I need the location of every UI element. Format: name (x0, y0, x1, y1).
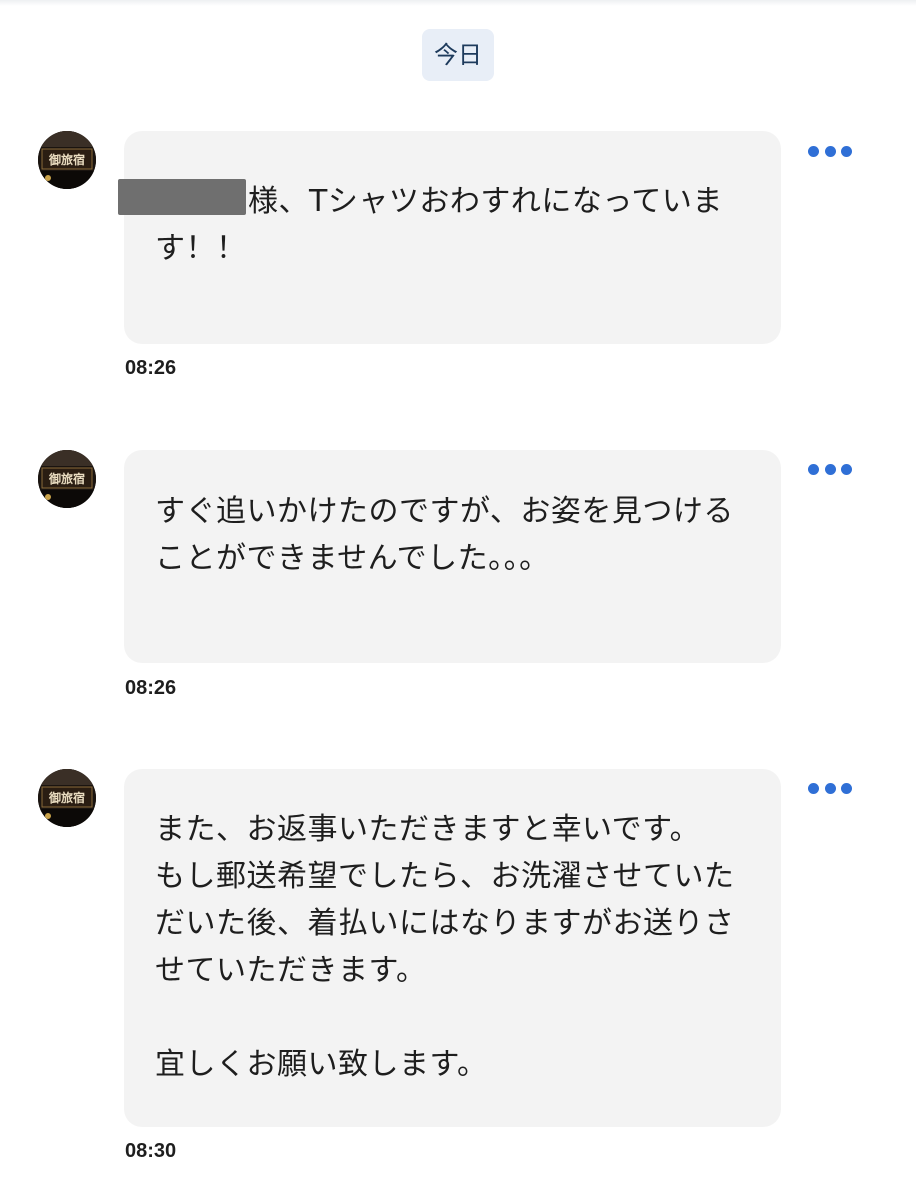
date-separator: 今日 (422, 29, 494, 81)
sender-avatar[interactable]: 御旅宿 (38, 450, 96, 508)
sender-avatar[interactable]: 御旅宿 (38, 131, 96, 189)
more-options-button[interactable] (808, 144, 852, 158)
message-line: すぐ追いかけたのですが、お姿を見つける (155, 494, 734, 529)
message-line: 宜しくお願い致します。 (155, 1047, 488, 1082)
message-bubble[interactable]: すぐ追いかけたのですが、お姿を見つける ことができませんでした。。。 (124, 450, 781, 663)
message-line: もし郵送希望でしたら、お洗濯させていた (155, 859, 735, 894)
avatar-image: 御旅宿 (38, 769, 96, 827)
avatar-image: 御旅宿 (38, 450, 96, 508)
avatar-sign-text: 御旅宿 (48, 790, 85, 805)
message-timestamp: 08:26 (125, 677, 177, 699)
message-timestamp: 08:26 (125, 357, 177, 379)
more-horizontal-icon (808, 463, 819, 475)
top-edge (0, 0, 916, 6)
redacted-name-block (118, 179, 246, 215)
message-line: また、お返事いただきますと幸いです。 (155, 812, 701, 847)
message-line: す！！ (155, 231, 247, 266)
message-line: 様、Tシャツおわすれになっていま (118, 178, 751, 225)
avatar-sign-text: 御旅宿 (48, 152, 85, 167)
message-line: ことができませんでした。。。 (155, 541, 550, 576)
more-options-button[interactable] (808, 462, 852, 476)
avatar-sign-text: 御旅宿 (48, 471, 85, 486)
message-bubble[interactable]: また、お返事いただきますと幸いです。 もし郵送希望でしたら、お洗濯させていた だ… (124, 769, 781, 1127)
more-horizontal-icon (808, 145, 819, 157)
avatar-image: 御旅宿 (38, 131, 96, 189)
message-bubble[interactable]: 様、Tシャツおわすれになっていま す！！ (118, 131, 781, 344)
message-line: せていただきます。 (155, 953, 427, 988)
message-timestamp: 08:30 (125, 1140, 177, 1162)
more-horizontal-icon (808, 782, 819, 794)
more-options-button[interactable] (808, 781, 852, 795)
message-line: だいた後、着払いにはなりますがお送りさ (155, 906, 735, 941)
sender-avatar[interactable]: 御旅宿 (38, 769, 96, 827)
